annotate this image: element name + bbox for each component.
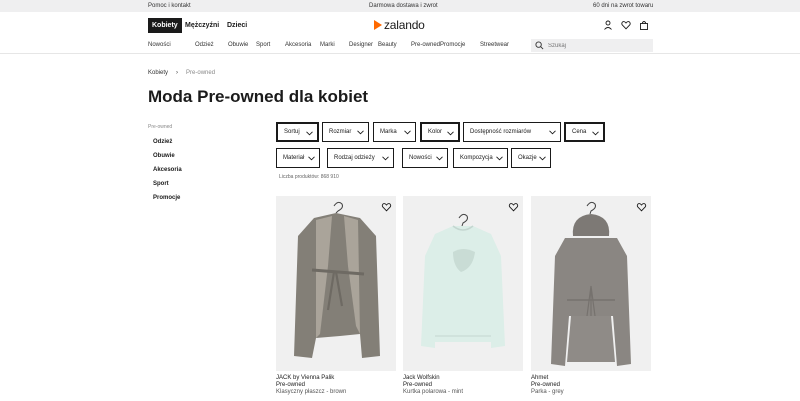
- sidebar-title[interactable]: Pre-owned: [148, 124, 182, 130]
- filter-clothing-type[interactable]: Rodzaj odzieży: [327, 148, 394, 168]
- filter-price[interactable]: Cena: [564, 122, 605, 142]
- page-title: Moda Pre-owned dla kobiet: [148, 87, 369, 106]
- sidebar-item-accessories[interactable]: Akcesoria: [153, 166, 182, 180]
- coat-illustration: [294, 201, 380, 358]
- chevron-down-icon: [549, 130, 556, 135]
- filter-label: Kompozycja: [460, 155, 493, 161]
- nav-item-beauty[interactable]: Beauty: [378, 42, 397, 48]
- filter-size-availability[interactable]: Dostępność rozmiarów: [463, 122, 561, 142]
- breadcrumb-current: Pre-owned: [186, 70, 216, 76]
- product-brand: Jack Wolfskin: [403, 375, 440, 381]
- product-image[interactable]: [276, 196, 396, 371]
- filter-label: Materiał: [283, 155, 305, 161]
- filter-label: Marka: [380, 129, 397, 135]
- free-delivery-text: Darmowa dostawa i zwrot: [369, 3, 438, 9]
- nav-item-new[interactable]: Nowości: [148, 42, 171, 48]
- filter-label: Rozmiar: [329, 129, 352, 135]
- chevron-down-icon: [382, 156, 389, 161]
- product-description: Kurtka polarowa - mint: [403, 389, 464, 395]
- filter-new[interactable]: Nowości: [402, 148, 448, 168]
- breadcrumb: Kobiety › Pre-owned: [148, 70, 215, 76]
- product-image[interactable]: [531, 196, 651, 371]
- chevron-down-icon: [404, 130, 411, 135]
- wishlist-heart-icon[interactable]: [621, 20, 631, 30]
- chevron-down-icon: [306, 131, 313, 136]
- product-image[interactable]: [403, 196, 523, 371]
- logo-text: zalando: [384, 18, 425, 32]
- nav-item-sport[interactable]: Sport: [256, 42, 270, 48]
- filter-label: Nowości: [409, 155, 432, 161]
- product-condition: Pre-owned: [403, 382, 433, 388]
- parka-illustration: [551, 201, 631, 366]
- product-count: Liczba produktów: 868 910: [279, 174, 339, 180]
- breadcrumb-separator-icon: ›: [176, 70, 179, 76]
- sidebar-item-sport[interactable]: Sport: [153, 180, 182, 194]
- filter-label: Rodzaj odzieży: [334, 155, 375, 161]
- filter-size[interactable]: Rozmiar: [322, 122, 369, 142]
- filter-label: Cena: [572, 129, 587, 135]
- filter-occasion[interactable]: Okazje: [511, 148, 551, 168]
- chevron-down-icon: [539, 156, 546, 161]
- heart-icon[interactable]: [381, 202, 392, 212]
- nav-item-sale[interactable]: Promocje: [440, 42, 465, 48]
- filter-label: Okazje: [518, 155, 537, 161]
- sidebar-item-sale[interactable]: Promocje: [153, 194, 182, 208]
- product-brand: Ahmet: [531, 375, 549, 381]
- help-link[interactable]: Pomoc i kontakt: [148, 3, 191, 9]
- chevron-down-icon: [308, 156, 315, 161]
- nav-item-accessories[interactable]: Akcesoria: [285, 42, 311, 48]
- filter-color[interactable]: Kolor: [420, 122, 460, 142]
- chevron-down-icon: [357, 130, 364, 135]
- jacket-illustration: [421, 213, 505, 348]
- product-condition: Pre-owned: [531, 382, 561, 388]
- product-description: Klasyczny płaszcz - brown: [276, 389, 347, 395]
- chevron-down-icon: [436, 156, 443, 161]
- filter-sort[interactable]: Sortuj: [276, 122, 319, 142]
- filter-material[interactable]: Materiał: [276, 148, 320, 168]
- breadcrumb-root[interactable]: Kobiety: [148, 70, 168, 76]
- user-icon[interactable]: [603, 20, 613, 30]
- heart-icon[interactable]: [508, 202, 519, 212]
- main-header: Kobiety Mężczyźni Dzieci zalando: [0, 12, 800, 40]
- search-icon: [535, 41, 544, 50]
- category-sidebar: Pre-owned Odzież Obuwie Akcesoria Sport …: [148, 124, 182, 208]
- return-policy-text: 60 dni na zwrot towaru: [593, 3, 654, 9]
- nav-item-shoes[interactable]: Obuwie: [228, 42, 248, 48]
- heart-icon[interactable]: [636, 202, 647, 212]
- search-input[interactable]: [548, 40, 648, 51]
- product-description: Parka - grey: [531, 389, 564, 395]
- filter-brand[interactable]: Marka: [373, 122, 416, 142]
- category-nav: Nowości Odzież Obuwie Sport Akcesoria Ma…: [0, 40, 800, 54]
- search-box[interactable]: [531, 39, 653, 52]
- gender-tab-women[interactable]: Kobiety: [148, 18, 182, 33]
- filter-label: Sortuj: [284, 129, 300, 135]
- filter-label: Dostępność rozmiarów: [470, 129, 532, 135]
- top-service-bar: Pomoc i kontakt Darmowa dostawa i zwrot …: [0, 0, 800, 12]
- chevron-down-icon: [496, 156, 503, 161]
- nav-item-designer[interactable]: Designer: [349, 42, 373, 48]
- filter-label: Kolor: [428, 129, 443, 135]
- gender-tab-kids[interactable]: Dzieci: [223, 18, 251, 33]
- zalando-logo[interactable]: zalando: [374, 18, 425, 32]
- product-brand: JACK by Vienna Palik: [276, 375, 335, 381]
- shopping-bag-icon[interactable]: [639, 20, 649, 30]
- nav-item-brands[interactable]: Marki: [320, 42, 335, 48]
- sidebar-item-shoes[interactable]: Obuwie: [153, 152, 182, 166]
- sidebar-item-clothing[interactable]: Odzież: [153, 138, 182, 152]
- nav-item-streetwear[interactable]: Streetwear: [480, 42, 509, 48]
- product-condition: Pre-owned: [276, 382, 306, 388]
- logo-mark-icon: [374, 20, 382, 30]
- gender-tab-men[interactable]: Mężczyźni: [181, 18, 223, 33]
- filter-composition[interactable]: Kompozycja: [453, 148, 508, 168]
- nav-item-preowned[interactable]: Pre-owned: [411, 42, 440, 48]
- nav-item-clothing[interactable]: Odzież: [195, 42, 214, 48]
- chevron-down-icon: [592, 131, 599, 136]
- chevron-down-icon: [447, 131, 454, 136]
